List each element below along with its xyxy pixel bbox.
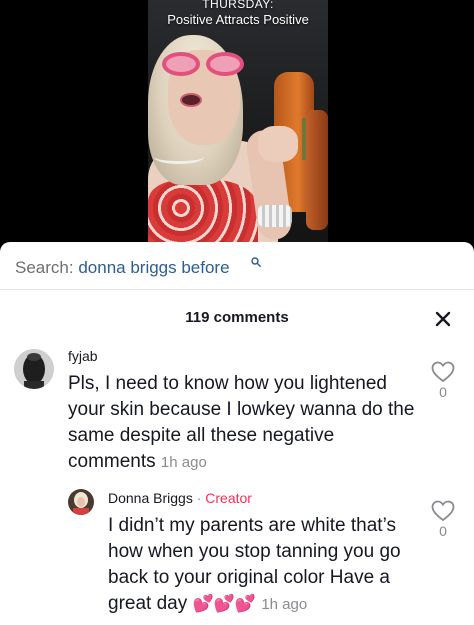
avatar[interactable] — [14, 349, 54, 389]
car-seat-graphic — [306, 110, 328, 230]
sunglasses-graphic — [162, 52, 244, 76]
comment-username[interactable]: fyjab — [68, 348, 98, 364]
like-count: 0 — [439, 384, 447, 400]
video-preview[interactable] — [148, 0, 328, 242]
comment-timestamp: 1h ago — [261, 596, 308, 613]
mouth-graphic — [180, 93, 202, 107]
search-suggestion-bar[interactable]: Search: donna briggs before — [0, 242, 474, 290]
video-caption: THURSDAY: Positive Attracts Positive — [148, 0, 328, 28]
dress-graphic — [148, 180, 258, 242]
comment-text: Pls, I need to know how you lightened yo… — [68, 371, 418, 476]
search-query-link[interactable]: donna briggs before — [78, 258, 229, 277]
caption-day: THURSDAY: — [202, 0, 274, 11]
creator-separator: · — [192, 490, 206, 506]
comment-body: Pls, I need to know how you lightened yo… — [68, 373, 415, 472]
hand-graphic — [258, 126, 298, 162]
comment-timestamp: 1h ago — [160, 454, 207, 471]
creator-badge: Creator — [205, 490, 252, 506]
comments-sheet: Search: donna briggs before 119 comments… — [0, 242, 474, 625]
avatar[interactable] — [68, 489, 94, 515]
necklace-graphic — [154, 150, 204, 164]
bracelet-graphic — [258, 205, 292, 227]
video-area: THURSDAY: Positive Attracts Positive — [0, 0, 474, 242]
heart-icon[interactable] — [431, 500, 455, 522]
comment-text: I didn’t my parents are white that’s how… — [108, 513, 428, 618]
search-suggestion[interactable]: Search: donna briggs before — [15, 258, 230, 278]
comment-item: fyjab Pls, I need to know how you lighte… — [0, 346, 474, 476]
search-icon — [251, 257, 261, 267]
like-count: 0 — [439, 523, 447, 539]
close-icon[interactable] — [433, 309, 453, 329]
avatar-image — [68, 489, 94, 515]
reply-username[interactable]: Donna Briggs — [108, 490, 193, 506]
caption-text: Positive Attracts Positive — [167, 12, 309, 27]
comment-reply-item: Donna Briggs · Creator I didn’t my paren… — [0, 488, 474, 622]
comment-username[interactable]: Donna Briggs · Creator — [108, 490, 252, 506]
avatar-image — [14, 349, 54, 389]
heart-icon[interactable] — [431, 361, 455, 383]
comments-header: 119 comments — [0, 304, 474, 332]
hearts-emoji: 💕💕💕 — [192, 594, 257, 613]
comments-count: 119 comments — [185, 309, 289, 326]
search-prefix-label: Search: — [15, 258, 74, 277]
